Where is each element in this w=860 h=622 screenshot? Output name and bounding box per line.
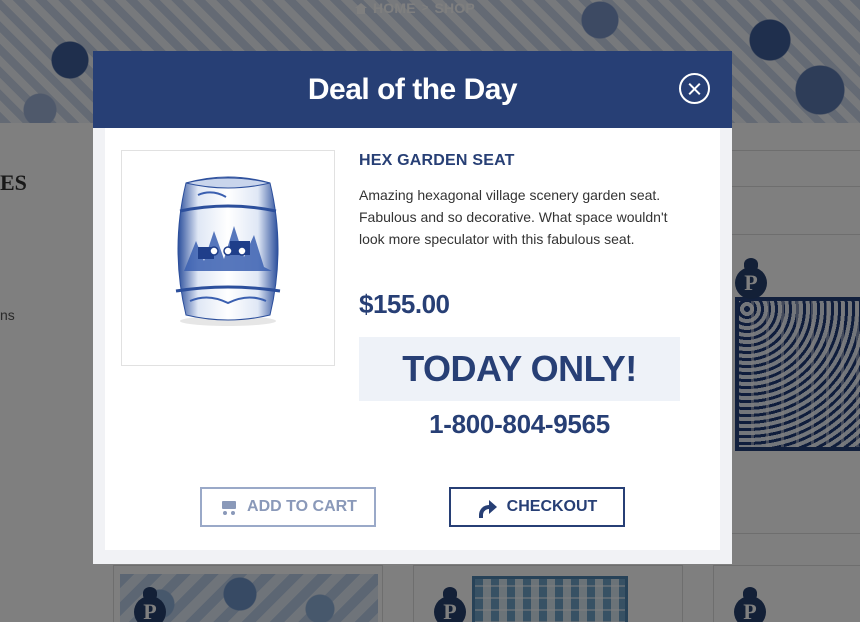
product-price: $155.00: [359, 289, 450, 319]
checkout-button[interactable]: CHECKOUT: [449, 487, 625, 527]
deal-of-the-day-modal: Deal of the Day HEX GARDEN SEAT Amazing …: [93, 51, 732, 564]
today-only-banner: TODAY ONLY!: [359, 337, 680, 401]
add-to-cart-button[interactable]: ADD TO CART: [200, 487, 376, 527]
product-name[interactable]: HEX GARDEN SEAT: [359, 152, 515, 170]
share-arrow-icon: [477, 499, 497, 518]
modal-title: Deal of the Day: [307, 73, 518, 106]
close-icon[interactable]: [679, 73, 710, 104]
product-image[interactable]: [121, 150, 335, 366]
modal-header: Deal of the Day: [93, 51, 732, 128]
checkout-label: CHECKOUT: [506, 498, 598, 515]
product-description: Amazing hexagonal village scenery garden…: [359, 187, 668, 247]
phone-number[interactable]: 1-800-804-9565: [359, 409, 680, 440]
cart-icon: [219, 499, 237, 515]
add-to-cart-label: ADD TO CART: [247, 498, 357, 515]
modal-content: HEX GARDEN SEAT Amazing hexagonal villag…: [105, 128, 720, 550]
garden-seat-image: [175, 176, 281, 326]
